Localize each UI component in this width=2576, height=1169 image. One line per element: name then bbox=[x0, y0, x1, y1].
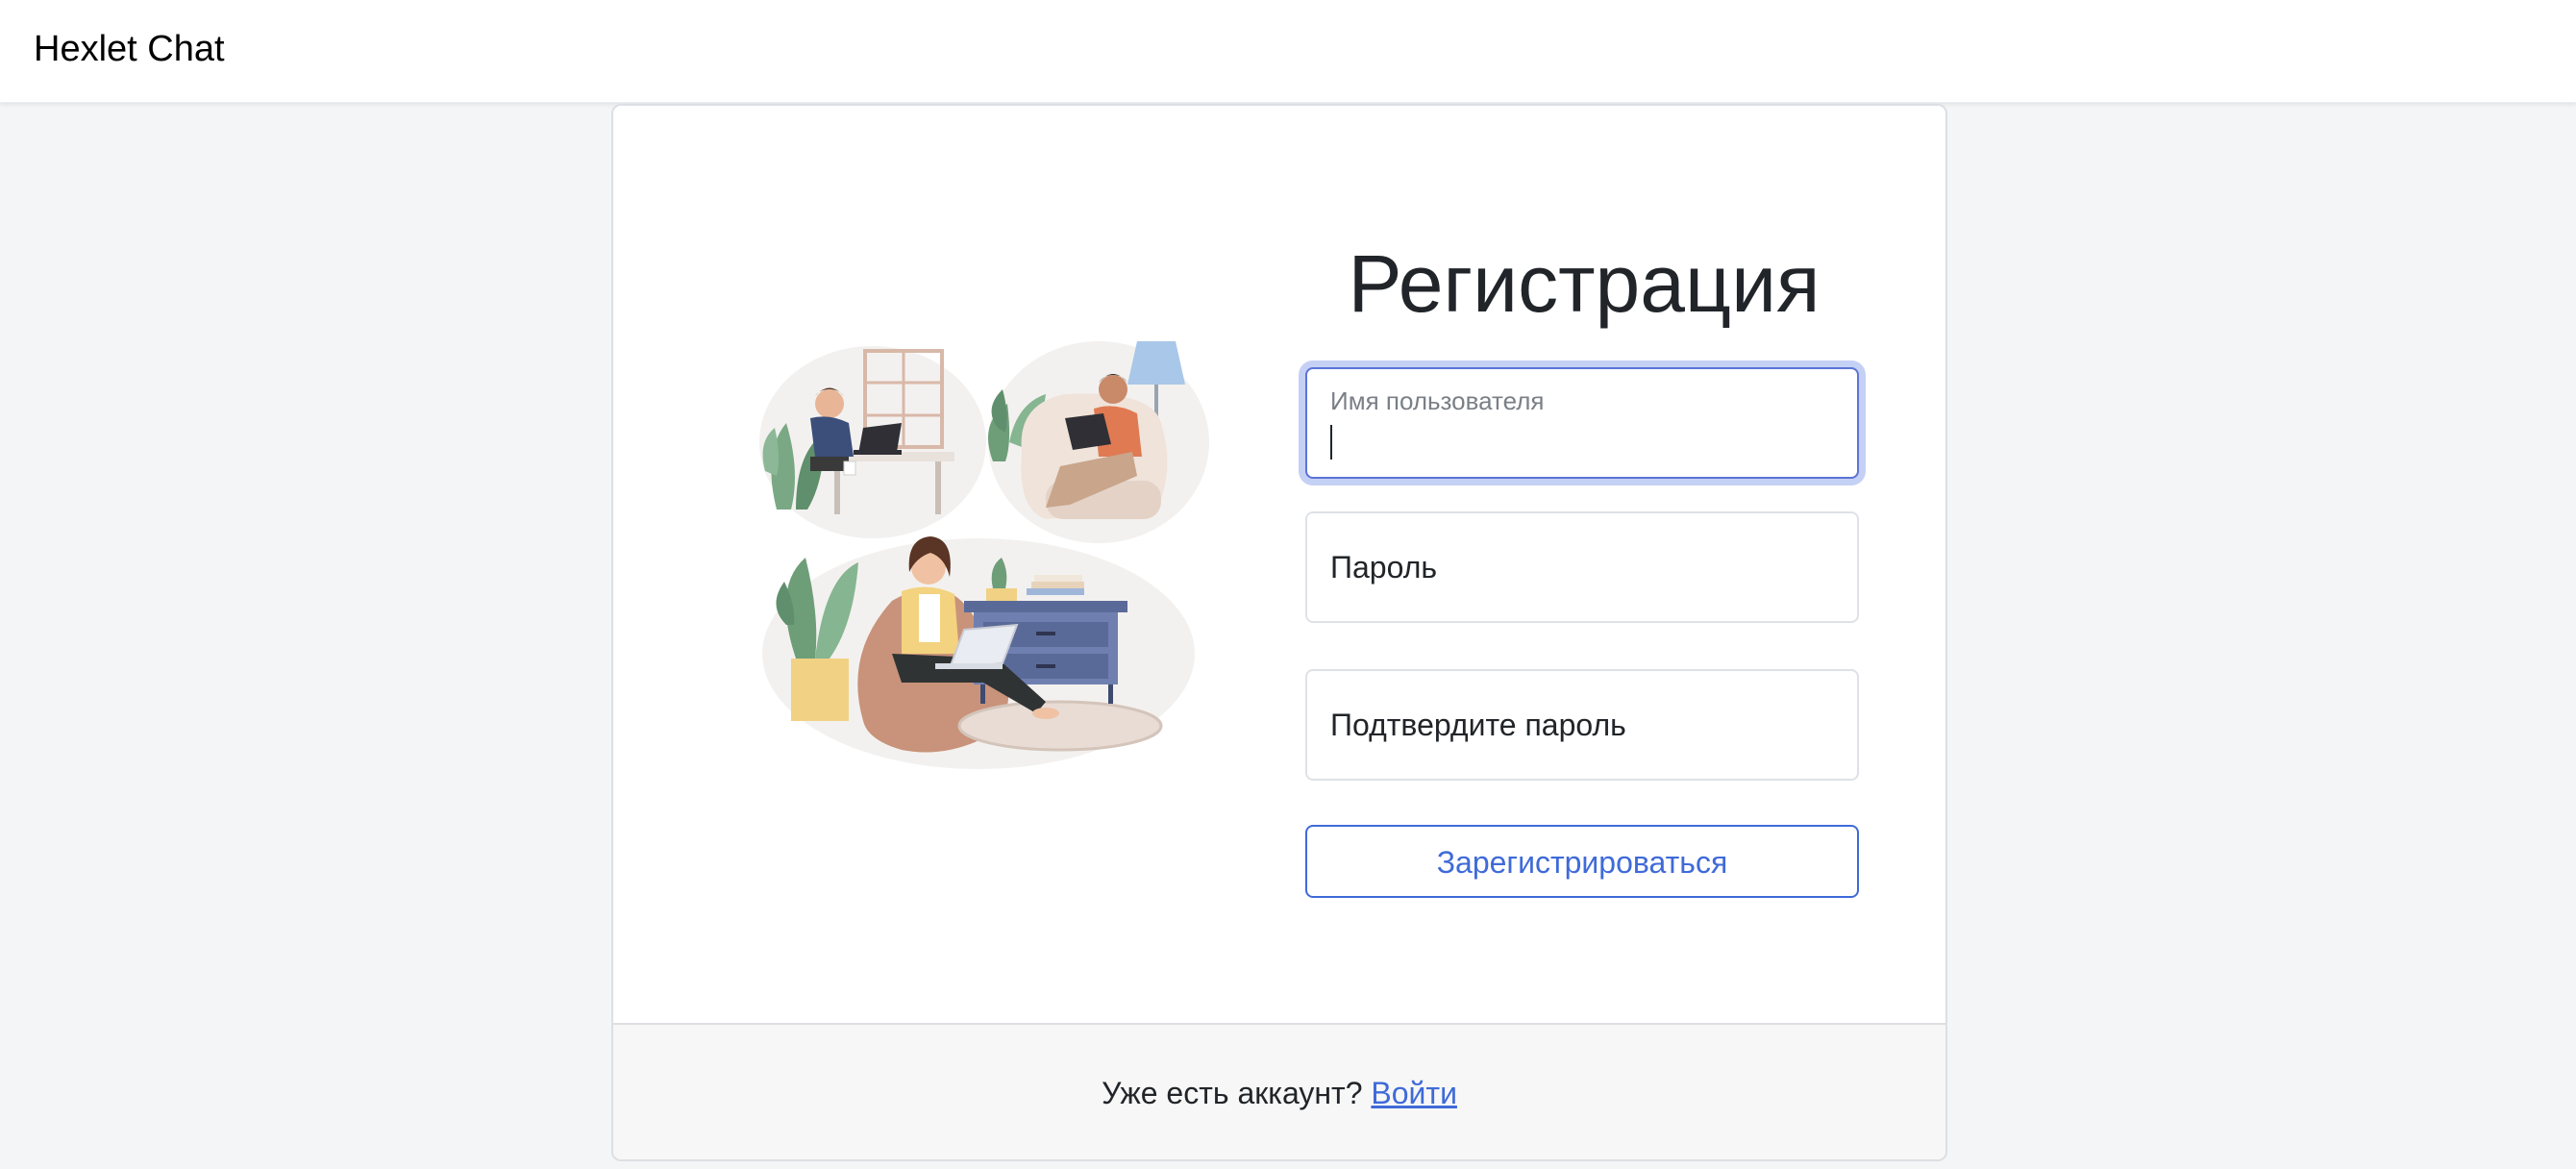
login-link[interactable]: Войти bbox=[1371, 1076, 1457, 1110]
footer-text: Уже есть аккаунт? bbox=[1102, 1076, 1372, 1110]
people-working-remotely-illustration bbox=[757, 336, 1219, 788]
confirm-password-field[interactable]: Подтвердите пароль bbox=[1305, 669, 1859, 781]
card-footer: Уже есть аккаунт? Войти bbox=[613, 1023, 1945, 1159]
confirm-password-label: Подтвердите пароль bbox=[1330, 708, 1626, 742]
brand-link[interactable]: Hexlet Chat bbox=[34, 27, 225, 71]
card-body: Регистрация Имя пользователя Пароль Подт… bbox=[613, 106, 1945, 1023]
username-field[interactable]: Имя пользователя bbox=[1305, 367, 1859, 479]
navbar: Hexlet Chat bbox=[0, 0, 2576, 103]
password-field[interactable]: Пароль bbox=[1305, 511, 1859, 623]
signup-card: Регистрация Имя пользователя Пароль Подт… bbox=[611, 104, 1947, 1161]
text-cursor bbox=[1330, 425, 1332, 460]
page-title: Регистрация bbox=[1348, 238, 1821, 329]
register-button[interactable]: Зарегистрироваться bbox=[1305, 825, 1859, 898]
username-label: Имя пользователя bbox=[1330, 386, 1545, 415]
password-label: Пароль bbox=[1330, 550, 1438, 584]
